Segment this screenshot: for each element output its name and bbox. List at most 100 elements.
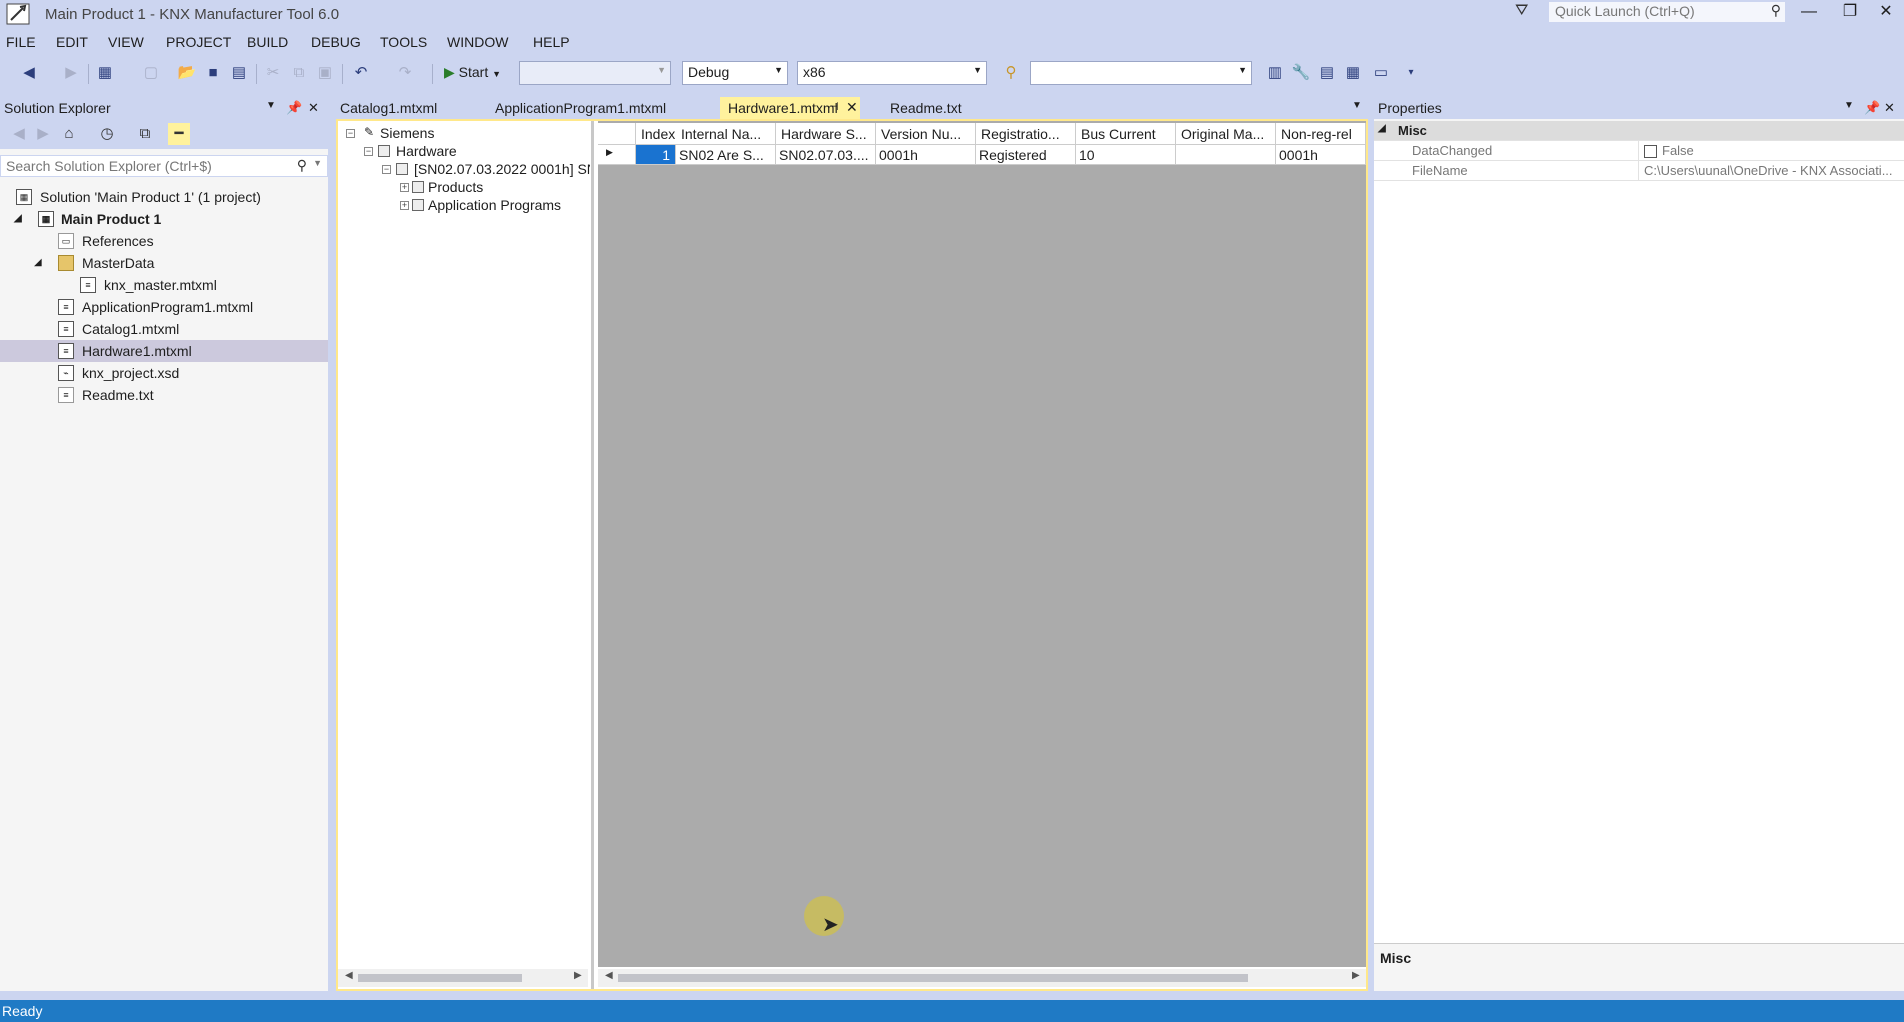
forward-icon[interactable]: ▶ xyxy=(60,62,82,84)
menu-window[interactable]: WINDOW xyxy=(447,34,508,50)
tree-item-knx-project-xsd[interactable]: ⌁ knx_project.xsd xyxy=(0,362,328,384)
menu-help[interactable]: HELP xyxy=(533,34,570,50)
tree-item-masterdata[interactable]: ◢ MasterData xyxy=(0,252,328,274)
scroll-left-icon[interactable]: ◀ xyxy=(605,970,613,981)
grid-horizontal-scrollbar[interactable]: ◀ ▶ xyxy=(598,969,1366,987)
back-icon[interactable]: ◀ xyxy=(18,62,40,84)
solution-search-input[interactable]: Search Solution Explorer (Ctrl+$) ⚲ ▼ xyxy=(0,155,328,177)
toolbox-icon[interactable]: ▤ xyxy=(1316,62,1338,84)
open-folder-icon[interactable]: 📂 xyxy=(176,62,198,84)
column-header-bus-current[interactable]: Bus Current xyxy=(1076,123,1176,145)
debug-target-combo[interactable]: ▼ xyxy=(519,61,671,85)
start-button[interactable]: ▶ Start ▼ xyxy=(444,61,501,85)
menu-view[interactable]: VIEW xyxy=(108,34,144,50)
dropdown-icon[interactable]: ▼ xyxy=(1844,100,1854,111)
quick-launch-input[interactable]: Quick Launch (Ctrl+Q) ⚲ xyxy=(1548,1,1786,23)
collapse-icon[interactable]: − xyxy=(382,165,391,174)
undo-icon[interactable]: ↶ xyxy=(350,62,372,84)
menu-project[interactable]: PROJECT xyxy=(166,34,231,50)
pin-icon[interactable]: ⊣ xyxy=(829,100,839,113)
pin-icon[interactable]: 📌 xyxy=(286,100,302,116)
tree-item-solution[interactable]: ▦ Solution 'Main Product 1' (1 project) xyxy=(0,186,328,208)
close-tab-icon[interactable]: ✕ xyxy=(846,99,858,116)
cut-icon[interactable]: ✂ xyxy=(262,62,284,84)
tab-overflow-icon[interactable]: ▼ xyxy=(1352,97,1362,119)
row-selector-icon[interactable]: ▶ xyxy=(598,145,636,165)
tree-item-readme[interactable]: ≡ Readme.txt xyxy=(0,384,328,406)
close-window-button[interactable]: ✕ xyxy=(1866,0,1904,26)
feedback-filter-icon[interactable]: ⛛ xyxy=(1515,2,1528,20)
grid-cell-registration[interactable]: Registered xyxy=(976,145,1076,165)
class-view-icon[interactable]: ▦ xyxy=(1342,62,1364,84)
search-options-icon[interactable]: ▼ xyxy=(313,158,322,168)
tab-applicationprogram1[interactable]: ApplicationProgram1.mtxml xyxy=(495,97,666,119)
property-row-datachanged[interactable]: DataChanged False xyxy=(1374,141,1904,161)
grid-cell-internal-name[interactable]: SN02 Are S... xyxy=(676,145,776,165)
property-category-misc[interactable]: ◢ Misc xyxy=(1374,121,1904,141)
properties-wrench-icon[interactable]: 🔧 xyxy=(1290,62,1312,84)
tree-horizontal-scrollbar[interactable]: ◀ ▶ xyxy=(338,969,588,987)
expand-icon[interactable]: + xyxy=(400,201,409,210)
properties-icon[interactable]: ━ xyxy=(168,123,190,145)
column-header-non-reg-rel[interactable]: Non-reg-rel xyxy=(1276,123,1366,145)
redo-icon[interactable]: ↷ xyxy=(394,62,416,84)
add-item-icon[interactable]: ▢ xyxy=(140,62,162,84)
menu-tools[interactable]: TOOLS xyxy=(380,34,427,50)
checkbox-icon[interactable] xyxy=(1644,145,1657,158)
pin-icon[interactable]: 📌 xyxy=(1864,100,1880,116)
toolbar-options-icon[interactable]: ▾ xyxy=(1400,62,1422,84)
collapse-icon[interactable]: − xyxy=(364,147,373,156)
property-row-filename[interactable]: FileName C:\Users\uunal\OneDrive - KNX As… xyxy=(1374,161,1904,181)
platform-combo[interactable]: x86 ▼ xyxy=(797,61,987,85)
paste-icon[interactable]: ▣ xyxy=(314,62,336,84)
copy-icon[interactable]: ⧉ xyxy=(288,62,310,84)
back-icon[interactable]: ◀ xyxy=(8,123,30,145)
menu-file[interactable]: FILE xyxy=(6,34,36,50)
home-icon[interactable]: ⌂ xyxy=(58,123,80,145)
menu-build[interactable]: BUILD xyxy=(247,34,288,50)
configuration-combo[interactable]: Debug ▼ xyxy=(682,61,788,85)
tab-readme[interactable]: Readme.txt xyxy=(890,97,962,119)
forward-icon[interactable]: ▶ xyxy=(32,123,54,145)
tab-catalog1[interactable]: Catalog1.mtxml xyxy=(340,97,437,119)
tree-item-project[interactable]: ◢ ▦ Main Product 1 xyxy=(0,208,328,230)
find-icon[interactable]: ⚲ xyxy=(1000,62,1022,84)
scroll-left-icon[interactable]: ◀ xyxy=(345,970,353,981)
grid-cell-version-number[interactable]: 0001h xyxy=(876,145,976,165)
close-icon[interactable]: ✕ xyxy=(308,100,319,116)
dropdown-icon[interactable]: ▼ xyxy=(266,100,276,111)
tree-item-references[interactable]: ▭ References xyxy=(0,230,328,252)
tree-item-hardware[interactable]: ≡ Hardware1.mtxml xyxy=(0,340,328,362)
menu-debug[interactable]: DEBUG xyxy=(311,34,361,50)
column-header-internal-name[interactable]: Internal Na... xyxy=(676,123,776,145)
column-header-original-manufacturer[interactable]: Original Ma... xyxy=(1176,123,1276,145)
collapse-icon[interactable]: ◢ xyxy=(1378,123,1386,134)
save-all-icon[interactable]: ▤ xyxy=(228,62,250,84)
scroll-thumb[interactable] xyxy=(358,974,522,982)
collapse-icon[interactable]: ◢ xyxy=(34,252,42,274)
find-combo[interactable]: ▼ xyxy=(1030,61,1252,85)
history-icon[interactable]: ◷ xyxy=(96,123,118,145)
grid-cell-index[interactable]: 1 xyxy=(636,145,676,165)
scroll-right-icon[interactable]: ▶ xyxy=(1352,970,1360,981)
grid-cell-bus-current[interactable]: 10 xyxy=(1076,145,1176,165)
tree-item-catalog[interactable]: ≡ Catalog1.mtxml xyxy=(0,318,328,340)
column-header-registration[interactable]: Registratio... xyxy=(976,123,1076,145)
grid-cell-hardware-serial[interactable]: SN02.07.03.... xyxy=(776,145,876,165)
collapse-icon[interactable]: − xyxy=(346,129,355,138)
menu-edit[interactable]: EDIT xyxy=(56,34,88,50)
grid-cell-original-manufacturer[interactable] xyxy=(1176,145,1276,165)
close-icon[interactable]: ✕ xyxy=(1884,100,1895,116)
scroll-thumb[interactable] xyxy=(618,974,1248,982)
tab-hardware1[interactable]: Hardware1.mtxml ⊣ ✕ xyxy=(720,97,860,119)
column-header-version-number[interactable]: Version Nu... xyxy=(876,123,976,145)
column-header-hardware-serial[interactable]: Hardware S... xyxy=(776,123,876,145)
solution-explorer-icon[interactable]: ▥ xyxy=(1264,62,1286,84)
grid-cell-non-reg-rel[interactable]: 0001h xyxy=(1276,145,1366,165)
tree-item-applicationprogram[interactable]: ≡ ApplicationProgram1.mtxml xyxy=(0,296,328,318)
tree-item-knx-master[interactable]: ≡ knx_master.mtxml xyxy=(0,274,328,296)
expand-icon[interactable]: + xyxy=(400,183,409,192)
scroll-right-icon[interactable]: ▶ xyxy=(574,970,582,981)
save-icon[interactable]: ■ xyxy=(202,62,224,84)
maximize-button[interactable]: ❐ xyxy=(1830,0,1870,26)
